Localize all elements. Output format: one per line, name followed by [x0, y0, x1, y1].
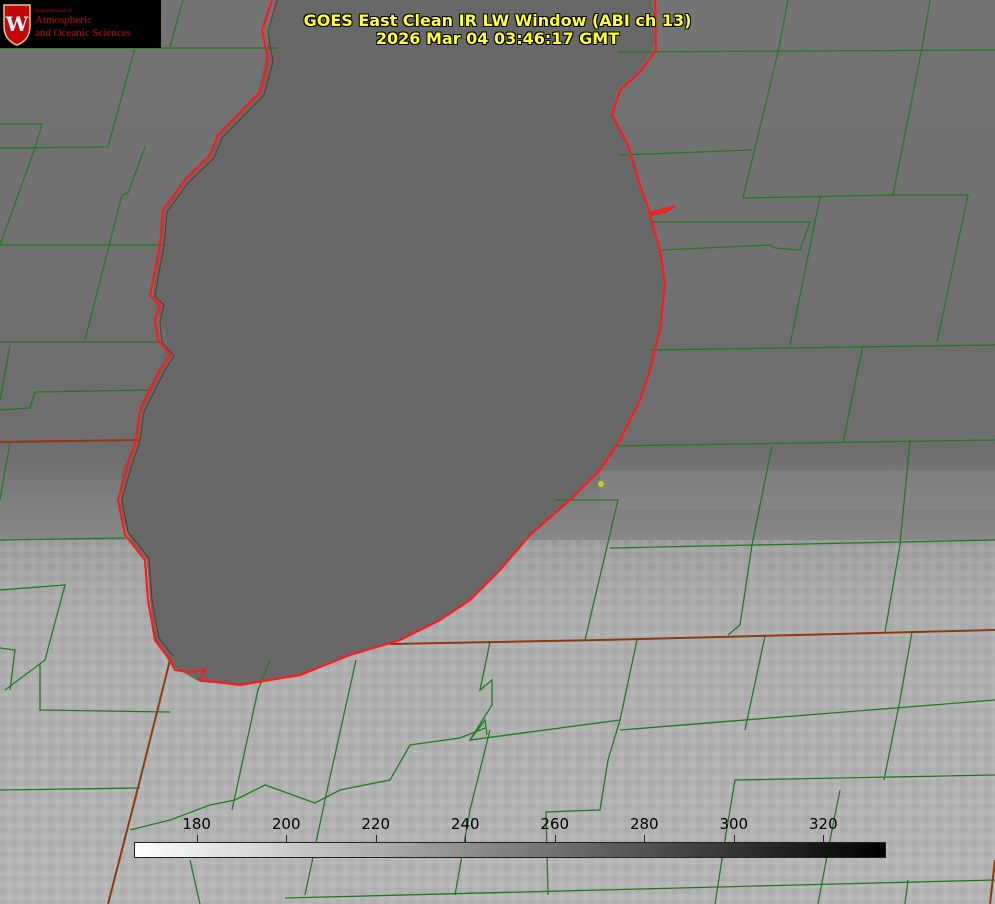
image-timestamp: 2026 Mar 04 03:46:17 GMT [375, 29, 620, 48]
colorbar-tick-mark [465, 835, 466, 842]
colorbar-tick-label: 180 [182, 815, 211, 833]
colorbar-tick-mark [197, 835, 198, 842]
colorbar-tick-mark [286, 835, 287, 842]
colorbar-tick-label: 200 [271, 815, 301, 833]
image-title: GOES East Clean IR LW Window (ABI ch 13) [303, 11, 692, 30]
satellite-map [0, 0, 995, 904]
colorbar-tick-label: 220 [361, 815, 391, 833]
colorbar-tick-mark [555, 835, 556, 842]
colorbar-tick-mark [644, 835, 645, 842]
colorbar-tick-mark [376, 835, 377, 842]
colorbar-tick-label: 320 [809, 815, 838, 833]
station-marker [598, 481, 604, 487]
cloud-streak [600, 470, 995, 510]
colorbar-tick-label: 260 [540, 815, 570, 833]
colorbar-tick-mark [734, 835, 735, 842]
temperature-colorbar [134, 842, 886, 858]
colorbar-tick-mark [823, 835, 824, 842]
colorbar-tick-label: 300 [719, 815, 749, 833]
satellite-image-viewer: W Department of Atmospheric and Oceanic … [0, 0, 995, 904]
colorbar-tick-label: 240 [450, 815, 480, 833]
colorbar-tick-label: 280 [629, 815, 659, 833]
